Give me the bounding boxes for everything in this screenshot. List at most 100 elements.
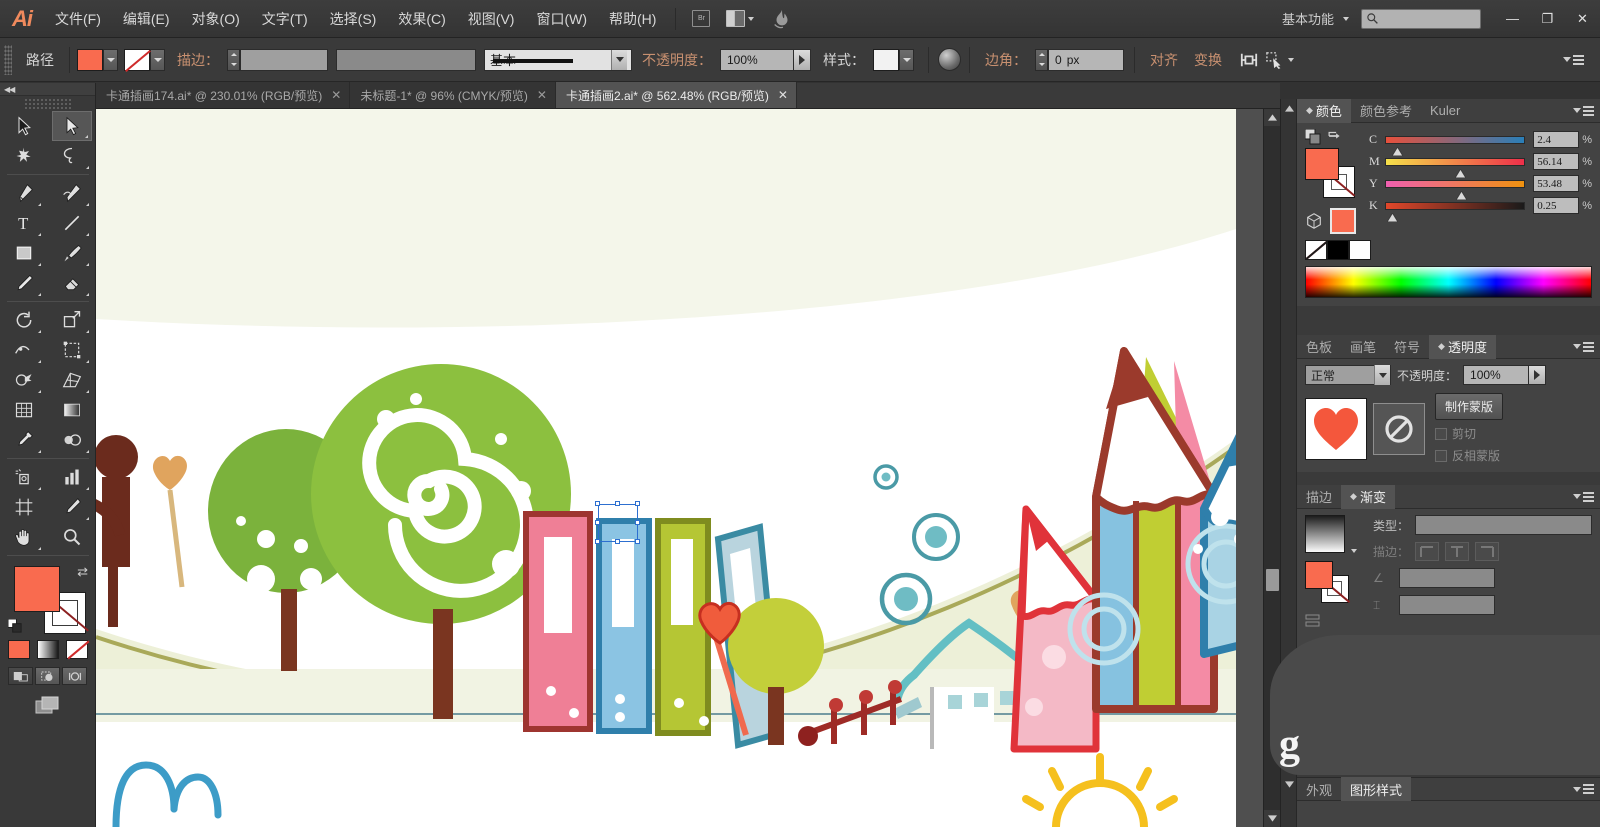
selection-handle[interactable]	[615, 539, 620, 544]
menu-type[interactable]: 文字(T)	[251, 0, 319, 38]
tab-swatches[interactable]: 色板	[1297, 335, 1341, 359]
tab-color[interactable]: ◆ 颜色	[1297, 98, 1351, 123]
document-tab-3[interactable]: 卡通插画2.ai* @ 562.48% (RGB/预览) ✕	[555, 82, 797, 108]
red-heart-thumbnail[interactable]	[1305, 397, 1367, 460]
fill-stroke-controls[interactable]: ⇄	[0, 562, 96, 636]
none-fill-icon[interactable]	[65, 640, 88, 659]
document-tab-2[interactable]: 未标题-1* @ 96% (CMYK/预览) ✕	[350, 82, 556, 108]
canvas-area[interactable]	[96, 109, 1280, 827]
gradient-preview-swatch[interactable]	[1305, 515, 1345, 553]
channel-slider-y[interactable]	[1385, 179, 1526, 200]
color-panel-menu-icon[interactable]	[1573, 105, 1594, 116]
type-tool[interactable]: T	[4, 208, 44, 238]
corner-input[interactable]: 0 px	[1048, 48, 1124, 71]
invert-mask-checkbox-row[interactable]: 反相蒙版	[1435, 447, 1503, 464]
menu-file[interactable]: 文件(F)	[44, 0, 112, 38]
stroke-color-control[interactable]	[124, 48, 165, 71]
opacity-input[interactable]: 100%	[1463, 365, 1530, 385]
default-fill-stroke-icon[interactable]	[7, 618, 23, 634]
selection-handle[interactable]	[635, 520, 640, 525]
graphic-styles-list[interactable]	[1297, 801, 1600, 827]
fill-stroke-mini-icon[interactable]	[1305, 129, 1321, 145]
channel-slider-c[interactable]	[1385, 135, 1526, 156]
arrange-documents-icon[interactable]	[722, 8, 758, 30]
selection-handle[interactable]	[615, 501, 620, 506]
color-channel-y[interactable]: Y 53.48 %	[1369, 175, 1592, 200]
fill-color-swatch[interactable]	[14, 566, 60, 612]
clip-checkbox-row[interactable]: 剪切	[1435, 425, 1503, 442]
symbol-sprayer-tool[interactable]	[4, 462, 44, 492]
gradient-fill-icon[interactable]	[36, 640, 59, 659]
rotate-tool[interactable]	[4, 305, 44, 335]
menu-edit[interactable]: 编辑(E)	[112, 0, 181, 38]
channel-value-k[interactable]: 0.25	[1533, 197, 1580, 214]
blend-mode-select[interactable]: 正常	[1305, 365, 1391, 385]
fill-swatch[interactable]	[1305, 561, 1333, 589]
workspace-label[interactable]: 基本功能	[1276, 9, 1340, 28]
tab-transparency[interactable]: ◆ 透明度	[1429, 334, 1496, 359]
dock-scroll-down-icon[interactable]	[1281, 775, 1297, 793]
corner-stepper[interactable]	[1035, 48, 1048, 71]
close-button[interactable]: ✕	[1565, 0, 1600, 38]
stroke-weight-input[interactable]	[240, 48, 328, 71]
color-fill-stroke-control[interactable]	[1305, 148, 1359, 200]
maximize-button[interactable]: ❐	[1530, 0, 1565, 38]
blend-tool[interactable]	[52, 425, 92, 455]
gradient-stroke-within-icon[interactable]	[1415, 542, 1440, 561]
zoom-tool[interactable]	[52, 522, 92, 552]
tools-panel-collapse[interactable]: ◀◀	[0, 83, 95, 96]
lasso-tool[interactable]	[52, 141, 92, 171]
close-icon[interactable]: ✕	[537, 88, 547, 102]
control-bar-flyout-icon[interactable]	[1563, 54, 1590, 65]
make-mask-button[interactable]: 制作蒙版	[1435, 393, 1504, 420]
search-input[interactable]	[1361, 8, 1481, 29]
scroll-down-button[interactable]	[1264, 810, 1281, 827]
select-similar-objects-icon[interactable]	[1262, 47, 1296, 73]
control-bar-grip[interactable]	[4, 44, 12, 75]
perspective-grid-tool[interactable]	[52, 365, 92, 395]
opacity-flyout-icon[interactable]	[1529, 365, 1547, 385]
tab-appearance[interactable]: 外观	[1297, 777, 1341, 801]
selection-handle[interactable]	[595, 539, 600, 544]
dock-scroll-up-icon[interactable]	[1281, 99, 1297, 117]
corner-radius-control[interactable]: 0 px	[1035, 48, 1124, 71]
document-tab-1[interactable]: 卡通插画174.ai* @ 230.01% (RGB/预览) ✕	[96, 82, 351, 108]
channel-slider-k[interactable]	[1385, 201, 1526, 222]
menu-help[interactable]: 帮助(H)	[598, 0, 667, 38]
tab-graphic-styles[interactable]: 图形样式	[1341, 777, 1412, 801]
swap-fill-stroke-icon[interactable]: ⇄	[77, 564, 88, 580]
close-icon[interactable]: ✕	[331, 88, 341, 102]
rectangle-tool[interactable]	[4, 238, 44, 268]
line-segment-tool[interactable]	[52, 208, 92, 238]
pen-tool[interactable]	[4, 178, 44, 208]
brush-definition-select[interactable]: 基本	[484, 48, 632, 71]
fill-dropdown-icon[interactable]	[103, 48, 118, 71]
gradient-fill-stroke-control[interactable]	[1305, 561, 1353, 605]
tab-kuler[interactable]: Kuler	[1421, 99, 1469, 123]
tab-stroke[interactable]: 描边	[1297, 485, 1341, 509]
gradient-presets-chevron-icon[interactable]	[1351, 549, 1357, 553]
style-swatch[interactable]	[873, 48, 899, 71]
hand-tool[interactable]	[4, 522, 44, 552]
gradient-stroke-along-icon[interactable]	[1445, 542, 1470, 561]
transform-menu[interactable]: 变换	[1186, 50, 1230, 70]
align-menu[interactable]: 对齐	[1142, 50, 1186, 70]
opacity-input[interactable]: 100%	[720, 48, 794, 71]
invert-mask-checkbox[interactable]	[1435, 449, 1447, 462]
color-fill-icon[interactable]	[7, 640, 30, 659]
scale-tool[interactable]	[52, 305, 92, 335]
gradient-location-input[interactable]	[1399, 595, 1495, 615]
slice-tool[interactable]	[52, 492, 92, 522]
stroke-profile-select[interactable]	[336, 48, 476, 71]
selection-handle[interactable]	[635, 501, 640, 506]
color-channel-k[interactable]: K 0.25 %	[1369, 197, 1592, 222]
draw-normal-icon[interactable]	[8, 667, 33, 685]
magic-wand-tool[interactable]	[4, 141, 44, 171]
color-channel-c[interactable]: C 2.4 %	[1369, 131, 1592, 156]
appearance-panel-menu-icon[interactable]	[1573, 784, 1594, 794]
width-warp-tool[interactable]	[4, 335, 44, 365]
menu-effect[interactable]: 效果(C)	[387, 0, 456, 38]
menu-select[interactable]: 选择(S)	[319, 0, 388, 38]
shape-builder-tool[interactable]	[4, 365, 44, 395]
bridge-icon[interactable]: Br	[688, 8, 714, 30]
